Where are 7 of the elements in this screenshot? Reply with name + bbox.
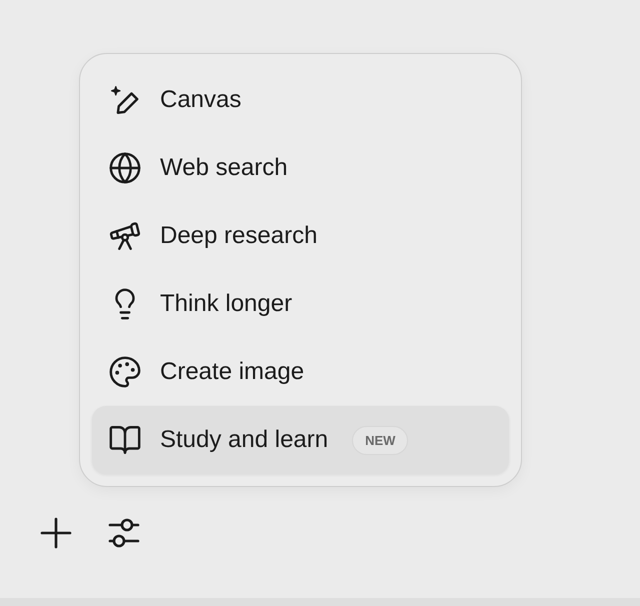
globe-icon xyxy=(108,151,142,185)
new-badge: NEW xyxy=(352,426,408,454)
plus-icon xyxy=(40,517,72,549)
menu-item[interactable]: Study and learn NEW xyxy=(92,406,509,474)
sliders-icon xyxy=(108,517,140,549)
palette-icon xyxy=(108,355,142,389)
book-icon xyxy=(108,423,142,457)
